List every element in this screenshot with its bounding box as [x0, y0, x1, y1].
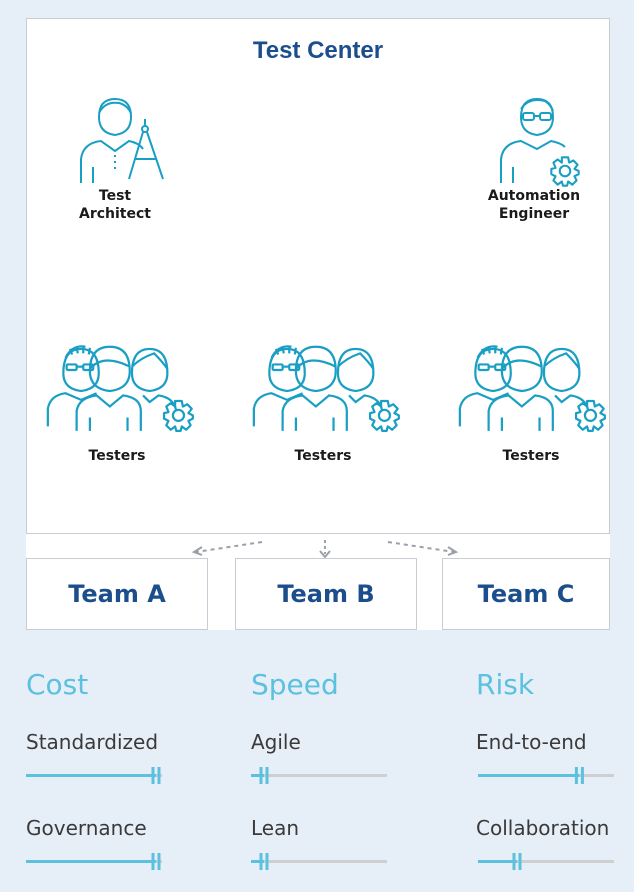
automation-engineer-icon	[500, 97, 580, 187]
level-slider	[26, 853, 162, 870]
slider-fill	[26, 860, 156, 863]
testers-group-icon	[39, 341, 205, 441]
slider-fill	[478, 774, 580, 777]
testers-group-icon	[245, 341, 411, 441]
slider-fill	[26, 774, 156, 777]
metric-label: Lean	[251, 816, 300, 840]
testers-label: Testers	[502, 448, 560, 464]
level-slider	[478, 767, 614, 784]
slider-handle	[512, 853, 516, 870]
metric-label: Collaboration	[476, 816, 610, 840]
slider-handle	[518, 853, 522, 870]
slider-track	[251, 774, 387, 777]
slider-handle	[157, 767, 161, 784]
testers-label: Testers	[88, 448, 146, 464]
distribution-arrows	[191, 540, 459, 559]
metric-label: Standardized	[26, 730, 159, 754]
slider-handle	[151, 853, 155, 870]
testers-group-icon	[451, 341, 617, 441]
speed-title: Speed	[251, 668, 339, 701]
level-slider	[251, 767, 387, 784]
risk-title: Risk	[476, 668, 535, 701]
slider-handle	[151, 767, 155, 784]
level-slider	[251, 853, 387, 870]
slider-handle	[580, 767, 584, 784]
metric-label: Agile	[251, 730, 301, 754]
slider-handle	[259, 767, 263, 784]
test-architect-label: Test Architect	[79, 188, 151, 222]
slider-handle	[265, 767, 269, 784]
slider-track	[251, 860, 387, 863]
testers-label: Testers	[294, 448, 352, 464]
cost-title: Cost	[26, 668, 89, 701]
team-a-box: Team A	[26, 558, 208, 630]
team-c-box: Team C	[442, 558, 610, 630]
metric-label: End-to-end	[476, 730, 587, 754]
slider-handle	[157, 853, 161, 870]
test-center-title: Test Center	[252, 37, 384, 64]
metric-label: Governance	[26, 816, 147, 840]
slider-handle	[574, 767, 578, 784]
level-slider	[26, 767, 162, 784]
level-slider	[478, 853, 614, 870]
test-center-box: Test Center Test Architect Automation En…	[26, 18, 610, 534]
architect-icon	[80, 97, 164, 183]
team-b-box: Team B	[235, 558, 417, 630]
slider-fill	[478, 860, 517, 863]
slider-handle	[265, 853, 269, 870]
slider-handle	[259, 853, 263, 870]
automation-engineer-label: Automation Engineer	[487, 188, 581, 222]
